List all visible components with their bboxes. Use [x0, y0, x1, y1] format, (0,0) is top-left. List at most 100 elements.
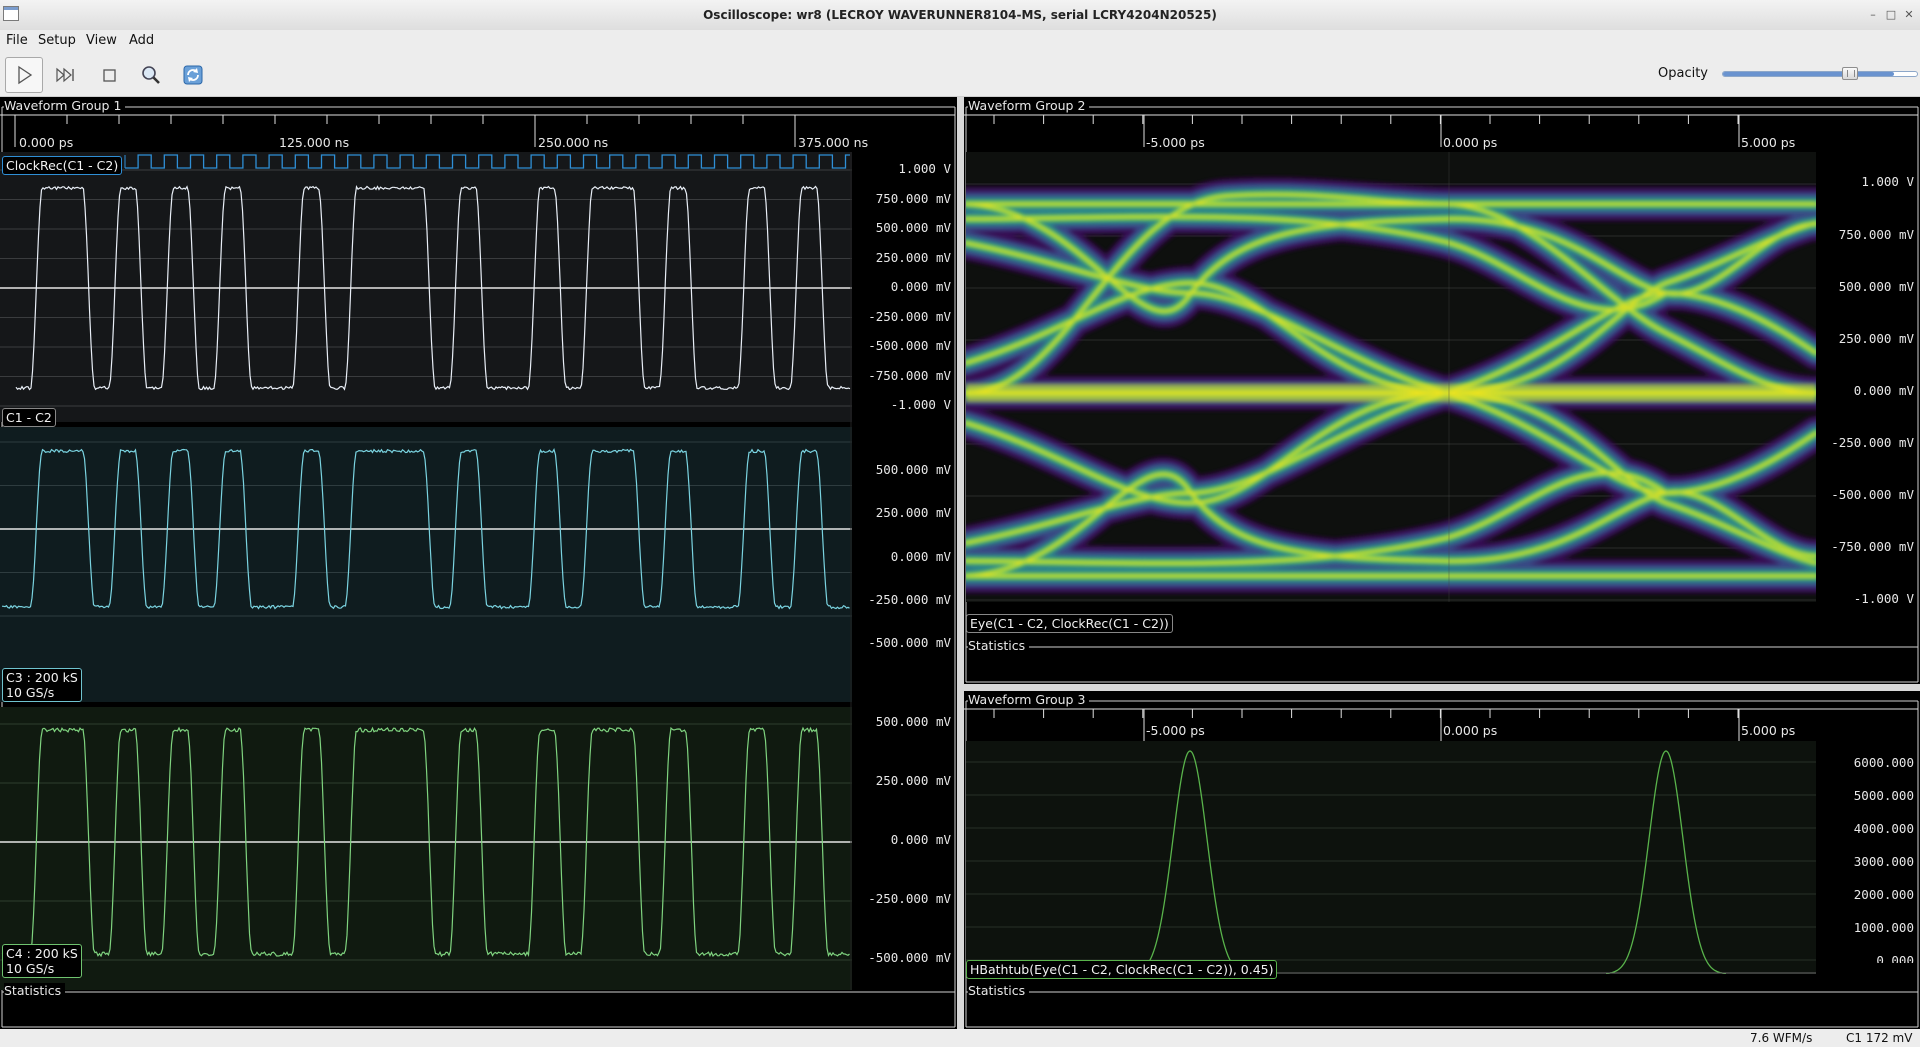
group2-title: Waveform Group 2 — [968, 98, 1090, 113]
bathtub-channel-label[interactable]: HBathtub(Eye(C1 - C2, ClockRec(C1 - C2))… — [966, 960, 1278, 979]
close-icon[interactable]: ✕ — [1901, 7, 1917, 23]
c4-y-axis: 500.000 mV 250.000 mV 0.000 mV -250.000 … — [852, 712, 955, 992]
eye-y-tick-6: -500.000 mV — [1831, 487, 1914, 502]
clock-y-tick-6: -500.000 mV — [868, 338, 951, 353]
c4-y-tick-1: 250.000 mV — [875, 773, 951, 788]
c4-y-tick-0: 500.000 mV — [875, 714, 951, 729]
menu-bar: File Setup View Add — [0, 30, 1920, 52]
c3-y-tick-4: -500.000 mV — [868, 635, 951, 650]
eye-y-tick-1: 750.000 mV — [1838, 227, 1914, 242]
bathtub-y-axis: 6000.000 5000.000 4000.000 3000.000 2000… — [1816, 741, 1918, 981]
stop-button[interactable] — [90, 57, 128, 93]
g3-time-label-0: -5.000 ps — [1146, 723, 1205, 738]
eye-y-tick-0: 1.000 V — [1861, 174, 1914, 189]
clock-panel-bg — [0, 152, 852, 422]
play-icon — [18, 65, 33, 85]
g3-time-label-2: 5.000 ps — [1741, 723, 1796, 738]
c3-rate: 10 GS/s — [6, 685, 55, 700]
zoom-button[interactable] — [132, 57, 170, 93]
group1-statistics[interactable]: Statistics — [4, 983, 66, 998]
g2-time-label-0: -5.000 ps — [1146, 135, 1205, 150]
clock-y-tick-2: 500.000 mV — [875, 220, 951, 235]
eye-y-tick-7: -750.000 mV — [1831, 539, 1914, 554]
eye-y-tick-3: 250.000 mV — [1838, 331, 1914, 346]
eye-diagram-plot[interactable] — [966, 152, 1816, 602]
c3-y-tick-2: 0.000 mV — [890, 549, 951, 564]
stop-icon — [103, 69, 116, 82]
eye-y-tick-8: -1.000 V — [1853, 591, 1914, 606]
clock-y-tick-8: -1.000 V — [890, 397, 951, 412]
status-wfm-rate: 7.6 WFM/s — [1750, 1031, 1813, 1045]
status-bar: 7.6 WFM/s C1 172 mV — [0, 1029, 1920, 1047]
opacity-fill — [1723, 72, 1894, 76]
opacity-slider[interactable] — [1722, 71, 1918, 77]
c4-y-tick-4: -500.000 mV — [868, 950, 951, 965]
group2-statistics[interactable]: Statistics — [968, 638, 1030, 653]
group1-plot-area[interactable] — [0, 152, 852, 990]
menu-view[interactable]: View — [86, 30, 117, 52]
c3-y-tick-0: 500.000 mV — [875, 462, 951, 477]
clock-y-tick-0: 1.000 V — [898, 161, 951, 176]
waveform-group-1: Waveform Group 1 0.000 ps 125.000 ns 250… — [0, 97, 957, 1029]
g1-time-label-2: 250.000 ns — [538, 135, 609, 150]
c4-y-tick-2: 0.000 mV — [890, 832, 951, 847]
c3-y-tick-1: 250.000 mV — [875, 505, 951, 520]
g1-time-label-3: 375.000 ns — [798, 135, 869, 150]
bathtub-bg — [966, 741, 1816, 974]
c4-channel-label[interactable]: C4 : 200 kS 10 GS/s — [2, 944, 82, 978]
clock-y-tick-5: -250.000 mV — [868, 309, 951, 324]
waveform-group-2: Waveform Group 2 -5.000 ps 0.000 ps 5.00… — [964, 97, 1920, 684]
refresh-icon — [183, 65, 203, 85]
clock-y-tick-3: 250.000 mV — [875, 250, 951, 265]
menu-setup[interactable]: Setup — [38, 30, 76, 52]
opacity-slider-handle[interactable] — [1842, 67, 1858, 80]
waveform-group-3: Waveform Group 3 -5.000 ps 0.000 ps 5.00… — [964, 691, 1920, 1029]
eye-y-axis: 1.000 V 750.000 mV 500.000 mV 250.000 mV… — [1816, 152, 1918, 606]
eye-y-tick-4: 0.000 mV — [1853, 383, 1914, 398]
menu-add[interactable]: Add — [129, 30, 154, 52]
clock-y-tick-1: 750.000 mV — [875, 191, 951, 206]
zoom-icon — [142, 66, 160, 84]
splitter-horizontal[interactable] — [964, 684, 1920, 691]
eye-y-tick-5: -250.000 mV — [1831, 435, 1914, 450]
bathtub-y-tick-3: 3000.000 — [1853, 854, 1914, 869]
title-bar: Oscilloscope: wr8 (LECROY WAVERUNNER8104… — [0, 0, 1920, 31]
c4-name: C4 : 200 kS — [6, 946, 78, 961]
c3-channel-label[interactable]: C3 : 200 kS 10 GS/s — [2, 668, 82, 702]
splitter-vertical[interactable] — [957, 97, 964, 1029]
g1-time-label-0: 0.000 ps — [19, 135, 74, 150]
group3-statistics[interactable]: Statistics — [968, 983, 1030, 998]
refresh-button[interactable] — [174, 57, 212, 93]
c3-name: C3 : 200 kS — [6, 670, 78, 685]
group1-title: Waveform Group 1 — [4, 98, 126, 113]
toolbar: Opacity — [0, 52, 1920, 97]
eye-center-density — [966, 384, 1816, 402]
clock-y-axis: 1.000 V 750.000 mV 500.000 mV 250.000 mV… — [852, 152, 955, 432]
opacity-label: Opacity — [1658, 66, 1709, 81]
play-button[interactable] — [5, 57, 43, 93]
g3-time-label-1: 0.000 ps — [1443, 723, 1498, 738]
bathtub-plot[interactable] — [966, 741, 1816, 974]
bathtub-y-tick-0: 6000.000 — [1853, 755, 1914, 770]
eye-channel-label[interactable]: Eye(C1 - C2, ClockRec(C1 - C2)) — [966, 614, 1173, 633]
bathtub-y-tick-6: 0.000 — [1876, 953, 1914, 963]
menu-file[interactable]: File — [6, 30, 28, 52]
c3-y-axis: 500.000 mV 250.000 mV 0.000 mV -250.000 … — [852, 432, 955, 712]
minimize-icon[interactable]: – — [1865, 7, 1881, 23]
g2-time-label-1: 0.000 ps — [1443, 135, 1498, 150]
g2-time-label-2: 5.000 ps — [1741, 135, 1796, 150]
step-forward-button[interactable] — [47, 57, 85, 93]
bathtub-y-tick-4: 2000.000 — [1853, 887, 1914, 902]
bathtub-y-tick-1: 5000.000 — [1853, 788, 1914, 803]
g1-time-label-1: 125.000 ns — [279, 135, 350, 150]
c4-y-tick-3: -250.000 mV — [868, 891, 951, 906]
bathtub-y-tick-5: 1000.000 — [1853, 920, 1914, 935]
eye-y-tick-2: 500.000 mV — [1838, 279, 1914, 294]
c4-rate: 10 GS/s — [6, 961, 55, 976]
clock-channel-label[interactable]: ClockRec(C1 - C2) — [2, 156, 123, 175]
diff-channel-label[interactable]: C1 - C2 — [2, 408, 56, 427]
maximize-icon[interactable]: □ — [1883, 7, 1899, 23]
c3-y-tick-3: -250.000 mV — [868, 592, 951, 607]
clock-y-tick-7: -750.000 mV — [868, 368, 951, 383]
clock-y-tick-4: 0.000 mV — [890, 279, 951, 294]
